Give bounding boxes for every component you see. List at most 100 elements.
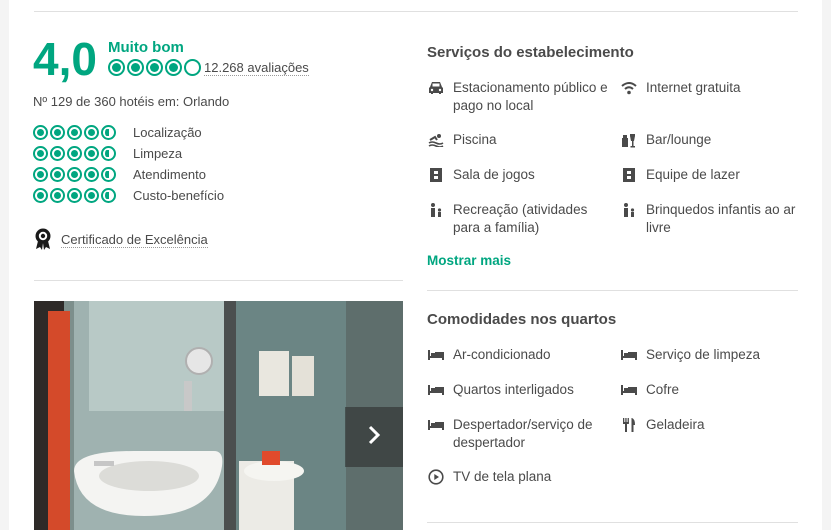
sub-rating-bubbles xyxy=(33,167,133,182)
rating-bubble xyxy=(33,146,48,161)
amenity-label: Equipe de lazer xyxy=(646,167,740,182)
rating-bubble xyxy=(101,167,116,182)
sub-rating-label: Atendimento xyxy=(133,167,206,182)
rating-bubble xyxy=(50,188,65,203)
bed-icon xyxy=(427,381,445,399)
bed-icon xyxy=(620,346,638,364)
amenity-item: Sala de jogos xyxy=(427,166,613,184)
amenity-item: Equipe de lazer xyxy=(620,166,806,184)
amenity-item: Brinquedos infantis ao ar livre xyxy=(620,201,806,237)
room-amenity-item: Quartos interligados xyxy=(427,381,613,399)
rating-bubble xyxy=(67,125,82,140)
amenity-label: Quartos interligados xyxy=(453,382,574,397)
overall-bubble-rating xyxy=(108,59,201,76)
certificate-of-excellence[interactable]: Certificado de Excelência xyxy=(33,228,208,253)
game-icon xyxy=(620,166,638,184)
room-amenity-item: Ar-condicionado xyxy=(427,346,613,364)
bed-icon xyxy=(427,346,445,364)
sub-rating-label: Limpeza xyxy=(133,146,183,161)
sub-rating-bubbles xyxy=(33,146,133,161)
amenity-label: Piscina xyxy=(453,132,497,147)
sub-rating-row: Custo-benefício xyxy=(33,185,224,206)
room-amenity-item: Geladeira xyxy=(620,416,806,434)
sub-rating-bubbles xyxy=(33,125,133,140)
top-divider xyxy=(34,11,798,12)
amenity-label: Geladeira xyxy=(646,417,705,432)
chevron-right-icon xyxy=(367,425,381,450)
right-bottom-divider xyxy=(427,522,798,523)
right-divider xyxy=(427,290,798,291)
rating-bubble xyxy=(67,146,82,161)
game-icon xyxy=(427,166,445,184)
play-icon xyxy=(427,468,445,486)
rating-bubble xyxy=(101,125,116,140)
rating-bubble xyxy=(127,59,144,76)
left-divider xyxy=(34,280,403,281)
sub-rating-label: Custo-benefício xyxy=(133,188,225,203)
amenity-item: Internet gratuita xyxy=(620,79,806,97)
photo-next-button[interactable] xyxy=(345,407,403,467)
award-badge-icon xyxy=(33,228,53,253)
amenity-label: Internet gratuita xyxy=(646,80,741,95)
bed-icon xyxy=(427,416,445,434)
rating-bubble xyxy=(165,59,182,76)
amenity-label: Estacionamento público e pago no local xyxy=(453,80,608,113)
ranking-text: Nº 129 de 360 hotéis em: Orlando xyxy=(33,94,230,109)
rating-bubble xyxy=(84,167,99,182)
room-amenity-item: Cofre xyxy=(620,381,806,399)
amenity-item: Recreação (atividades para a família) xyxy=(427,201,613,237)
rating-bubble xyxy=(146,59,163,76)
room-amenity-item: Despertador/serviço de despertador xyxy=(427,416,613,452)
amenity-label: Sala de jogos xyxy=(453,167,535,182)
rating-bubble xyxy=(50,146,65,161)
rating-bubble xyxy=(67,167,82,182)
services-title: Serviços do estabelecimento xyxy=(427,44,634,61)
sub-rating-row: Atendimento xyxy=(33,164,224,185)
room-amenity-item: Serviço de limpeza xyxy=(620,346,806,364)
rating-label: Muito bom xyxy=(108,39,184,56)
sub-rating-label: Localização xyxy=(133,125,202,140)
family-icon xyxy=(427,201,445,219)
rating-bubble xyxy=(101,146,116,161)
rating-bubble xyxy=(67,188,82,203)
sub-rating-bubbles xyxy=(33,188,133,203)
show-more-link[interactable]: Mostrar mais xyxy=(427,253,511,268)
car-icon xyxy=(427,79,445,97)
room-amenities-title: Comodidades nos quartos xyxy=(427,311,617,328)
amenity-label: Recreação (atividades para a família) xyxy=(453,202,588,235)
family-icon xyxy=(620,201,638,219)
rating-bubble xyxy=(101,188,116,203)
hotel-photo[interactable] xyxy=(34,301,403,530)
rating-bubble xyxy=(84,125,99,140)
sub-rating-row: Limpeza xyxy=(33,143,224,164)
amenity-label: Cofre xyxy=(646,382,680,397)
rating-bubble xyxy=(50,125,65,140)
amenity-label: TV de tela plana xyxy=(453,469,552,484)
rating-bubble xyxy=(33,125,48,140)
bar-icon xyxy=(620,131,638,149)
sub-ratings: Localização Limpeza Atendimento Custo-be… xyxy=(33,122,224,206)
certificate-label: Certificado de Excelência xyxy=(61,232,208,248)
rating-bubble xyxy=(33,188,48,203)
rating-bubble xyxy=(84,146,99,161)
pool-icon xyxy=(427,131,445,149)
sub-rating-row: Localização xyxy=(33,122,224,143)
rating-bubble xyxy=(50,167,65,182)
bed-icon xyxy=(620,381,638,399)
wifi-icon xyxy=(620,79,638,97)
fork-knife-icon xyxy=(620,416,638,434)
review-count-link[interactable]: 12.268 avaliações xyxy=(204,61,309,76)
amenity-label: Serviço de limpeza xyxy=(646,347,761,362)
amenity-item: Estacionamento público e pago no local xyxy=(427,79,613,115)
rating-bubble xyxy=(184,59,201,76)
rating-bubble xyxy=(108,59,125,76)
overall-score: 4,0 xyxy=(33,33,97,85)
rating-bubble xyxy=(84,188,99,203)
amenity-item: Piscina xyxy=(427,131,613,149)
amenity-label: Bar/lounge xyxy=(646,132,712,147)
amenity-label: Ar-condicionado xyxy=(453,347,551,362)
amenity-label: Brinquedos infantis ao ar livre xyxy=(646,202,796,235)
rating-bubble xyxy=(33,167,48,182)
room-amenity-item: TV de tela plana xyxy=(427,468,613,486)
amenity-label: Despertador/serviço de despertador xyxy=(453,417,593,450)
